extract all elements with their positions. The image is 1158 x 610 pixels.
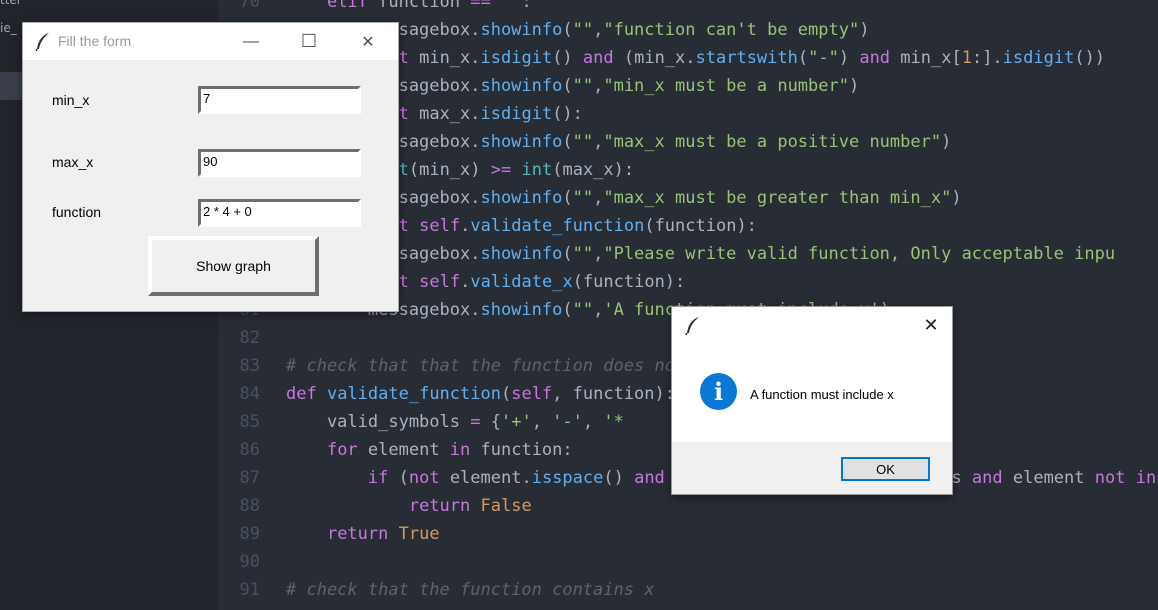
code-line[interactable]: 91 # check that the function contains x (218, 576, 1158, 604)
function-label: function (52, 204, 102, 220)
code-text[interactable]: return True (286, 520, 440, 548)
form-window: Fill the form — ☐ ✕ min_x 7 max_x 90 fun… (23, 23, 398, 311)
line-number: 87 (239, 468, 260, 488)
tk-feather-icon (685, 317, 699, 336)
function-input[interactable]: 2 * 4 + 0 (198, 199, 361, 227)
code-line[interactable]: 92 def validate_x(self, function): (218, 604, 1158, 610)
sidebar-label[interactable]: ie_ (0, 21, 17, 35)
line-number: 88 (239, 496, 260, 516)
tk-feather-icon (35, 33, 49, 52)
sidebar-active-item[interactable] (0, 72, 22, 100)
code-line[interactable]: 90 (218, 548, 1158, 576)
code-text[interactable]: valid_symbols = {'+', '-', '* (286, 408, 624, 436)
line-number: 83 (239, 356, 260, 376)
line-number: 70 (239, 0, 260, 12)
code-text[interactable]: def validate_x(self, function): (286, 604, 603, 610)
code-line[interactable]: 88 return False (218, 492, 1158, 520)
code-text[interactable]: # check that the function contains x (286, 576, 654, 604)
ok-button[interactable]: OK (841, 457, 930, 481)
close-button[interactable]: ✕ (910, 307, 952, 344)
message-text: A function must include x (750, 387, 894, 402)
code-text[interactable]: def validate_function(self, function): (286, 380, 675, 408)
line-number: 89 (239, 524, 260, 544)
line-number: 92 (218, 604, 260, 610)
sidebar-label[interactable]: tter (0, 0, 22, 7)
maximize-button[interactable]: ☐ (280, 23, 338, 60)
code-line[interactable]: 89 return True (218, 520, 1158, 548)
code-text[interactable]: elif function == "": (286, 0, 532, 16)
info-icon: i (700, 373, 737, 410)
min-x-input[interactable]: 7 (198, 86, 361, 114)
code-text[interactable]: elif not min_x.isdigit() and (min_x.star… (286, 44, 1105, 72)
code-text[interactable]: return False (286, 492, 532, 520)
form-window-title: Fill the form (58, 33, 132, 49)
form-window-titlebar[interactable]: Fill the form — ☐ ✕ (23, 23, 398, 60)
line-number: 85 (239, 412, 260, 432)
line-number: 82 (239, 328, 260, 348)
line-number: 91 (239, 580, 260, 600)
line-number: 84 (239, 384, 260, 404)
max-x-input[interactable]: 90 (198, 149, 361, 177)
max-x-label: max_x (52, 154, 94, 170)
min-x-label: min_x (52, 92, 90, 108)
minimize-button[interactable]: — (222, 23, 280, 60)
message-box: ✕ i A function must include x OK (672, 307, 952, 494)
code-text[interactable]: for element in function: (286, 436, 573, 464)
code-line[interactable]: 70 elif function == "": (218, 0, 1158, 16)
show-graph-button[interactable]: Show graph (148, 236, 319, 296)
line-number: 86 (239, 440, 260, 460)
close-button[interactable]: ✕ (339, 23, 397, 60)
line-number: 90 (239, 552, 260, 572)
code-text[interactable]: messagebox.showinfo("","Please write val… (286, 240, 1115, 268)
